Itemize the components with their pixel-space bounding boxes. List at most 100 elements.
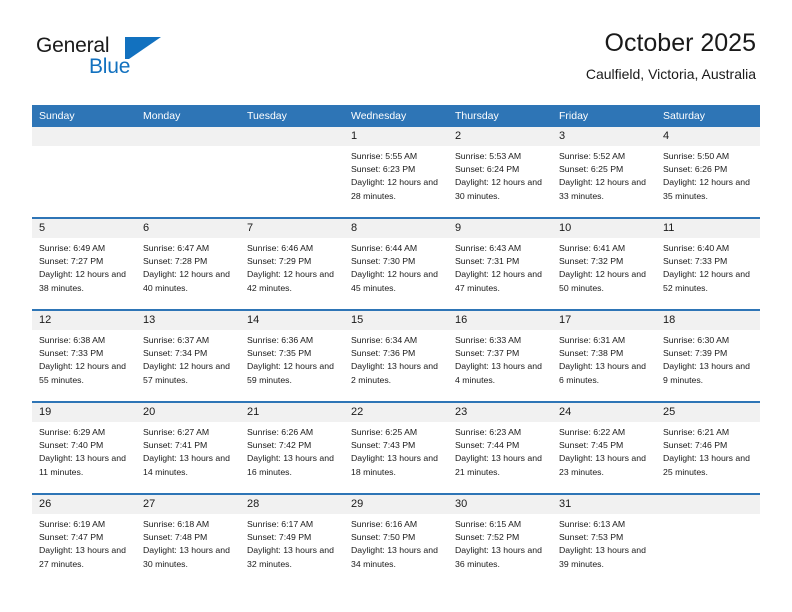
calendar-day-cell[interactable]: 28 Sunrise: 6:17 AM Sunset: 7:49 PM Dayligh… (240, 493, 344, 585)
calendar-day-cell[interactable]: 29 Sunrise: 6:16 AM Sunset: 7:50 PM Dayligh… (344, 493, 448, 585)
calendar-day-cell[interactable]: 11 Sunrise: 6:40 AM Sunset: 7:33 PM Dayligh… (656, 217, 760, 310)
calendar-header-row: Sunday Monday Tuesday Wednesday Thursday… (32, 105, 760, 127)
day-number: 24 (552, 403, 656, 422)
daylight-text: Daylight: 13 hours and 6 minutes. (559, 361, 646, 385)
daylight-text: Daylight: 13 hours and 30 minutes. (143, 545, 230, 569)
daylight-text: Daylight: 12 hours and 57 minutes. (143, 361, 230, 385)
sunset-text: Sunset: 7:42 PM (247, 440, 312, 451)
day-details: Sunrise: 6:21 AM Sunset: 7:46 PM Daylight:… (656, 422, 760, 479)
daylight-text: Daylight: 13 hours and 25 minutes. (663, 453, 750, 477)
daylight-text: Daylight: 12 hours and 50 minutes. (559, 269, 646, 293)
day-number: 23 (448, 403, 552, 422)
sunrise-text: Sunrise: 6:46 AM (247, 243, 314, 253)
calendar-day-cell[interactable]: 14 Sunrise: 6:36 AM Sunset: 7:35 PM Dayligh… (240, 309, 344, 402)
sunset-text: Sunset: 7:33 PM (663, 256, 728, 267)
day-number: 18 (656, 311, 760, 330)
triangle-flag-icon (125, 37, 161, 59)
day-number: 8 (344, 219, 448, 238)
day-number: 2 (448, 127, 552, 146)
day-details: Sunrise: 6:44 AM Sunset: 7:30 PM Daylight:… (344, 238, 448, 295)
calendar-day-cell[interactable]: 1 Sunrise: 5:55 AM Sunset: 6:23 PM Daylight… (344, 127, 448, 218)
calendar-day-cell[interactable]: 8 Sunrise: 6:44 AM Sunset: 7:30 PM Daylight… (344, 217, 448, 310)
calendar-day-cell[interactable]: 17 Sunrise: 6:31 AM Sunset: 7:38 PM Dayligh… (552, 309, 656, 402)
calendar-day-cell[interactable]: 21 Sunrise: 6:26 AM Sunset: 7:42 PM Dayligh… (240, 401, 344, 494)
calendar-week-row: 12 Sunrise: 6:38 AM Sunset: 7:33 PM Dayligh… (32, 309, 760, 402)
sunset-text: Sunset: 7:43 PM (351, 440, 416, 451)
sunrise-text: Sunrise: 5:52 AM (559, 151, 626, 161)
calendar-day-cell[interactable]: 22 Sunrise: 6:25 AM Sunset: 7:43 PM Dayligh… (344, 401, 448, 494)
daylight-text: Daylight: 12 hours and 35 minutes. (663, 177, 750, 201)
calendar-day-cell[interactable]: 5 Sunrise: 6:49 AM Sunset: 7:27 PM Daylight… (32, 217, 136, 310)
sunset-text: Sunset: 7:38 PM (559, 348, 624, 359)
sunset-text: Sunset: 7:34 PM (143, 348, 208, 359)
calendar-week-row: 26 Sunrise: 6:19 AM Sunset: 7:47 PM Dayligh… (32, 493, 760, 585)
sunset-text: Sunset: 7:52 PM (455, 532, 520, 543)
sunset-text: Sunset: 7:33 PM (39, 348, 104, 359)
calendar-day-cell[interactable]: 10 Sunrise: 6:41 AM Sunset: 7:32 PM Dayligh… (552, 217, 656, 310)
sunset-text: Sunset: 7:27 PM (39, 256, 104, 267)
sunset-text: Sunset: 7:49 PM (247, 532, 312, 543)
day-details: Sunrise: 5:55 AM Sunset: 6:23 PM Daylight:… (344, 146, 448, 203)
sunrise-text: Sunrise: 6:15 AM (455, 519, 522, 529)
calendar-day-cell[interactable]: 2 Sunrise: 5:53 AM Sunset: 6:24 PM Daylight… (448, 127, 552, 218)
day-number: 4 (656, 127, 760, 146)
day-number: 12 (32, 311, 136, 330)
calendar-day-cell[interactable]: 18 Sunrise: 6:30 AM Sunset: 7:39 PM Dayligh… (656, 309, 760, 402)
calendar-day-cell[interactable]: 23 Sunrise: 6:23 AM Sunset: 7:44 PM Dayligh… (448, 401, 552, 494)
sunset-text: Sunset: 7:35 PM (247, 348, 312, 359)
calendar-day-cell[interactable]: 25 Sunrise: 6:21 AM Sunset: 7:46 PM Dayligh… (656, 401, 760, 494)
daylight-text: Daylight: 13 hours and 39 minutes. (559, 545, 646, 569)
sunset-text: Sunset: 7:47 PM (39, 532, 104, 543)
sunrise-text: Sunrise: 6:38 AM (39, 335, 106, 345)
day-details: Sunrise: 6:49 AM Sunset: 7:27 PM Daylight:… (32, 238, 136, 295)
sunrise-text: Sunrise: 6:25 AM (351, 427, 418, 437)
weekday-header-wednesday: Wednesday (344, 105, 448, 127)
weekday-header-sunday: Sunday (32, 105, 136, 127)
calendar-day-cell[interactable]: 26 Sunrise: 6:19 AM Sunset: 7:47 PM Dayligh… (32, 493, 136, 585)
day-details: Sunrise: 6:38 AM Sunset: 7:33 PM Daylight:… (32, 330, 136, 387)
day-details: Sunrise: 6:31 AM Sunset: 7:38 PM Daylight:… (552, 330, 656, 387)
calendar-day-cell[interactable]: 31 Sunrise: 6:13 AM Sunset: 7:53 PM Dayligh… (552, 493, 656, 585)
calendar-day-cell[interactable]: 19 Sunrise: 6:29 AM Sunset: 7:40 PM Dayligh… (32, 401, 136, 494)
calendar-day-cell[interactable]: 15 Sunrise: 6:34 AM Sunset: 7:36 PM Dayligh… (344, 309, 448, 402)
sunrise-text: Sunrise: 6:18 AM (143, 519, 210, 529)
calendar-week-row: 1 Sunrise: 5:55 AM Sunset: 6:23 PM Daylight… (32, 127, 760, 218)
calendar-day-cell[interactable]: 4 Sunrise: 5:50 AM Sunset: 6:26 PM Daylight… (656, 127, 760, 218)
day-number: 29 (344, 495, 448, 514)
daylight-text: Daylight: 13 hours and 18 minutes. (351, 453, 438, 477)
calendar-day-cell[interactable]: 27 Sunrise: 6:18 AM Sunset: 7:48 PM Dayligh… (136, 493, 240, 585)
calendar-day-cell[interactable]: 9 Sunrise: 6:43 AM Sunset: 7:31 PM Daylight… (448, 217, 552, 310)
calendar-day-cell[interactable]: 13 Sunrise: 6:37 AM Sunset: 7:34 PM Dayligh… (136, 309, 240, 402)
day-details: Sunrise: 6:16 AM Sunset: 7:50 PM Daylight:… (344, 514, 448, 571)
calendar-day-cell[interactable]: 7 Sunrise: 6:46 AM Sunset: 7:29 PM Daylight… (240, 217, 344, 310)
daylight-text: Daylight: 13 hours and 34 minutes. (351, 545, 438, 569)
calendar-cell-empty (656, 493, 760, 585)
sunset-text: Sunset: 6:23 PM (351, 164, 416, 175)
daylight-text: Daylight: 12 hours and 40 minutes. (143, 269, 230, 293)
day-number: 21 (240, 403, 344, 422)
day-number: 31 (552, 495, 656, 514)
calendar-day-cell[interactable]: 24 Sunrise: 6:22 AM Sunset: 7:45 PM Dayligh… (552, 401, 656, 494)
brand-logo[interactable]: General Blue (36, 34, 216, 86)
calendar-day-cell[interactable]: 30 Sunrise: 6:15 AM Sunset: 7:52 PM Dayligh… (448, 493, 552, 585)
sunrise-text: Sunrise: 6:36 AM (247, 335, 314, 345)
sunset-text: Sunset: 7:50 PM (351, 532, 416, 543)
sunrise-text: Sunrise: 6:27 AM (143, 427, 210, 437)
calendar-day-cell[interactable]: 12 Sunrise: 6:38 AM Sunset: 7:33 PM Dayligh… (32, 309, 136, 402)
day-details: Sunrise: 6:40 AM Sunset: 7:33 PM Daylight:… (656, 238, 760, 295)
sunset-text: Sunset: 7:53 PM (559, 532, 624, 543)
day-number: 25 (656, 403, 760, 422)
calendar-day-cell[interactable]: 6 Sunrise: 6:47 AM Sunset: 7:28 PM Daylight… (136, 217, 240, 310)
day-details: Sunrise: 6:17 AM Sunset: 7:49 PM Daylight:… (240, 514, 344, 571)
day-details: Sunrise: 6:18 AM Sunset: 7:48 PM Daylight:… (136, 514, 240, 571)
daylight-text: Daylight: 12 hours and 42 minutes. (247, 269, 334, 293)
sunrise-text: Sunrise: 6:40 AM (663, 243, 730, 253)
day-details: Sunrise: 6:43 AM Sunset: 7:31 PM Daylight:… (448, 238, 552, 295)
calendar-day-cell[interactable]: 16 Sunrise: 6:33 AM Sunset: 7:37 PM Dayligh… (448, 309, 552, 402)
day-details: Sunrise: 6:23 AM Sunset: 7:44 PM Daylight:… (448, 422, 552, 479)
day-number: 26 (32, 495, 136, 514)
sunrise-text: Sunrise: 6:30 AM (663, 335, 730, 345)
calendar-day-cell[interactable]: 20 Sunrise: 6:27 AM Sunset: 7:41 PM Dayligh… (136, 401, 240, 494)
calendar-day-cell[interactable]: 3 Sunrise: 5:52 AM Sunset: 6:25 PM Daylight… (552, 127, 656, 218)
sunrise-text: Sunrise: 5:53 AM (455, 151, 522, 161)
